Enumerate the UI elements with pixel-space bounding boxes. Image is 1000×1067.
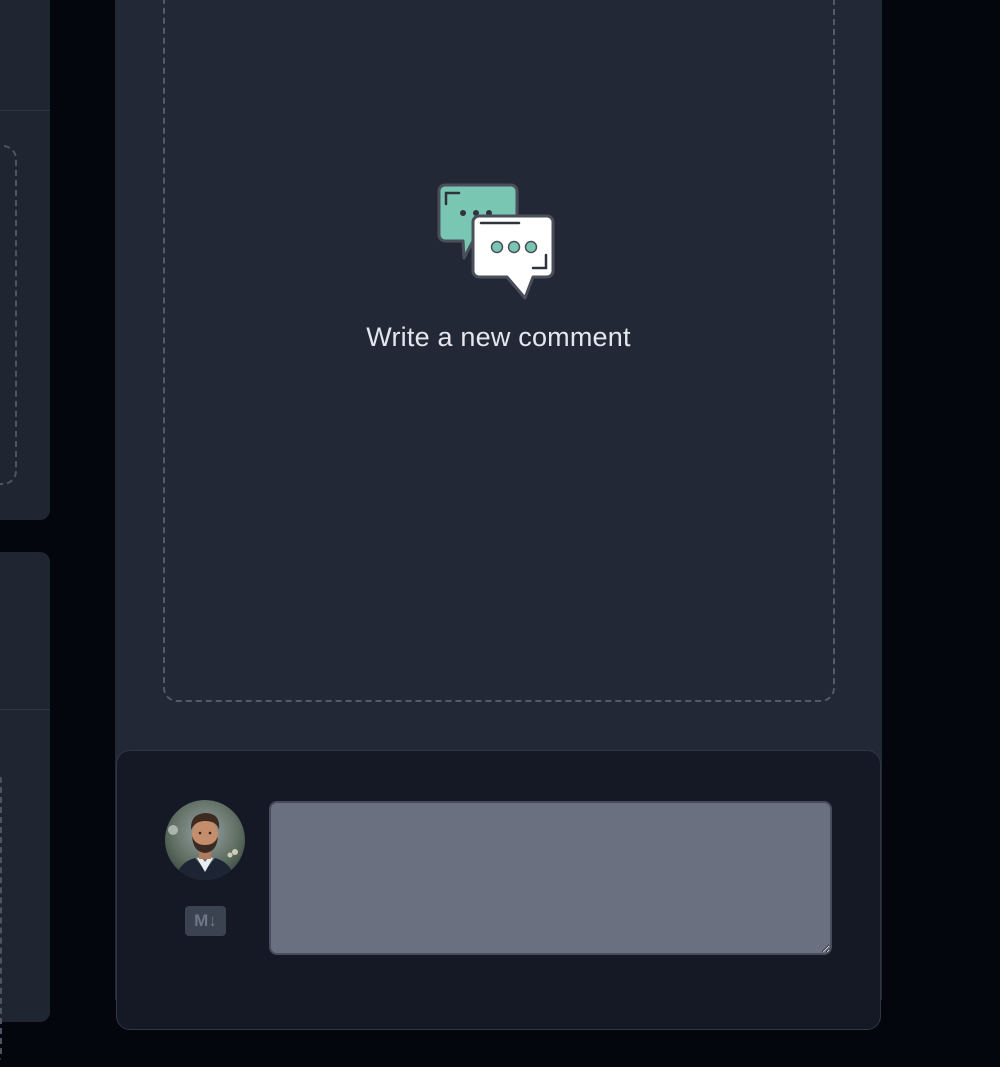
avatar-portrait <box>165 800 245 880</box>
side-panel-bottom <box>0 552 50 1067</box>
empty-state-message: Write a new comment <box>366 322 631 352</box>
side-dropzone <box>0 145 17 485</box>
side-panel-top <box>0 0 50 520</box>
panel-divider <box>0 709 50 710</box>
panel-divider <box>0 110 50 111</box>
side-dropzone <box>0 767 2 1067</box>
user-avatar <box>165 800 245 880</box>
chat-bubbles-icon <box>437 183 555 300</box>
comment-composer: M↓ <box>116 750 881 1030</box>
markdown-icon[interactable]: M↓ <box>185 906 226 936</box>
comment-input[interactable] <box>269 801 832 955</box>
